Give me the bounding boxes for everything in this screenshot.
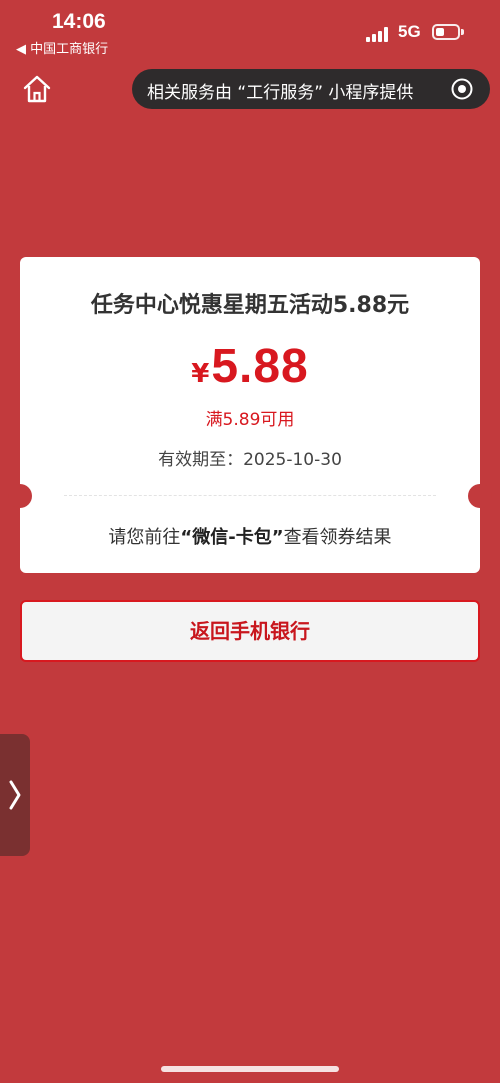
home-icon <box>23 75 51 103</box>
home-indicator[interactable] <box>161 1066 339 1072</box>
coupon-card: 任务中心悦惠星期五活动5.88元 ¥5.88 满5.89可用 有效期至：2025… <box>8 257 492 573</box>
service-provider-text: 相关服务由 “工行服务” 小程序提供 <box>147 83 414 103</box>
network-type: 5G <box>398 22 421 41</box>
battery-icon <box>432 24 464 40</box>
status-bar: 14:06 ◀ 中国工商银行 5G <box>0 0 500 60</box>
validity-date: 有效期至：2025-10-30 <box>158 450 342 470</box>
notice-highlight: “微信-卡包” <box>180 527 284 548</box>
status-time: 14:06 <box>52 10 106 33</box>
signal-icon <box>366 26 392 42</box>
back-to-app-link[interactable]: ◀ 中国工商银行 <box>16 38 108 57</box>
service-provider-banner[interactable]: 相关服务由 “工行服务” 小程序提供 <box>132 69 490 109</box>
usage-condition: 满5.89可用 <box>205 410 295 430</box>
card-notch-left <box>8 484 32 508</box>
amount-value: 5.88 <box>211 340 309 393</box>
currency-symbol: ¥ <box>191 359 210 389</box>
notice-prefix: 请您前往 <box>108 527 181 548</box>
target-icon[interactable] <box>450 77 474 101</box>
result-notice: 请您前往“微信-卡包”查看领券结果 <box>20 523 480 549</box>
chevron-right-icon <box>9 780 21 810</box>
card-divider <box>64 495 436 496</box>
notice-suffix: 查看领券结果 <box>283 527 392 548</box>
side-expand-tab[interactable] <box>0 734 30 856</box>
coupon-amount: ¥5.88 <box>20 339 480 394</box>
return-to-mobile-banking-button[interactable]: 返回手机银行 <box>20 600 480 662</box>
home-button[interactable] <box>20 72 54 106</box>
coupon-title: 任务中心悦惠星期五活动5.88元 <box>90 293 410 318</box>
card-notch-right <box>468 484 492 508</box>
